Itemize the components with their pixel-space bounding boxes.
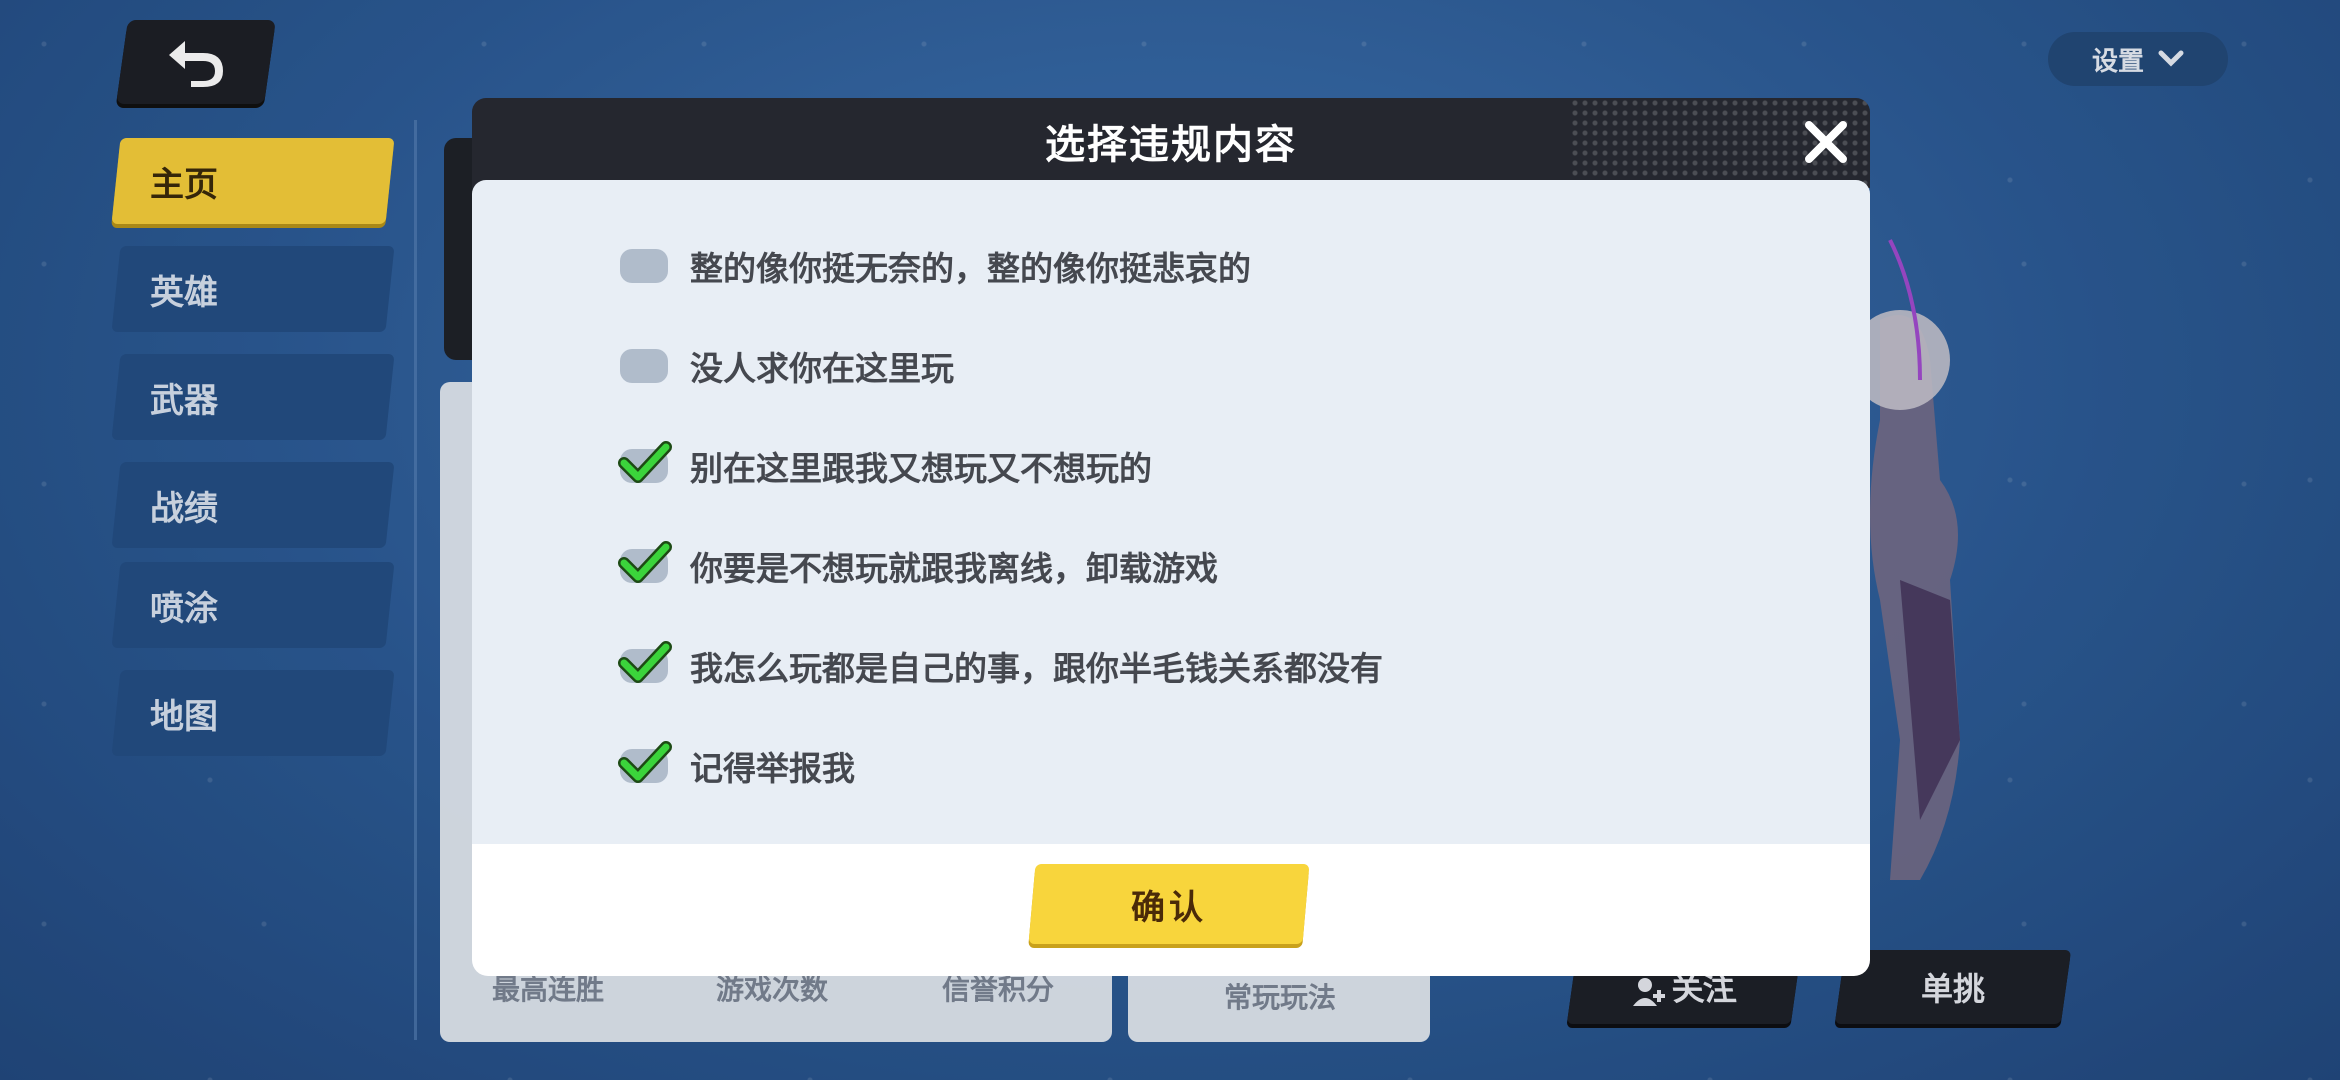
dialog-body: 整的像你挺无奈的，整的像你挺悲哀的 没人求你在这里玩 别在这里跟我又想玩又不想玩… bbox=[472, 180, 1870, 844]
option-row[interactable]: 记得举报我 bbox=[618, 741, 855, 790]
checkmark-icon bbox=[618, 641, 672, 683]
option-label: 你要是不想玩就跟我离线，卸载游戏 bbox=[690, 549, 1218, 588]
confirm-button[interactable]: 确认 bbox=[1028, 864, 1310, 944]
option-checkbox-unchecked[interactable] bbox=[620, 249, 668, 283]
option-row[interactable]: 我怎么玩都是自己的事，跟你半毛钱关系都没有 bbox=[618, 641, 1383, 690]
option-label: 整的像你挺无奈的，整的像你挺悲哀的 bbox=[690, 249, 1251, 288]
option-checkbox-unchecked[interactable] bbox=[620, 349, 668, 383]
option-label: 没人求你在这里玩 bbox=[690, 349, 954, 388]
report-dialog: 选择违规内容 整的像你挺无奈的，整的像你挺悲哀的 没人求你在这里玩 别在这里跟我… bbox=[472, 98, 1870, 976]
option-row[interactable]: 没人求你在这里玩 bbox=[620, 342, 954, 390]
checkmark-icon bbox=[618, 441, 672, 483]
dialog-footer: 确认 bbox=[472, 844, 1870, 976]
option-label: 记得举报我 bbox=[690, 749, 855, 788]
option-label: 我怎么玩都是自己的事，跟你半毛钱关系都没有 bbox=[690, 649, 1383, 688]
option-row[interactable]: 别在这里跟我又想玩又不想玩的 bbox=[618, 441, 1152, 490]
dialog-header: 选择违规内容 bbox=[472, 98, 1870, 188]
dialog-title: 选择违规内容 bbox=[1045, 122, 1297, 168]
checkmark-icon bbox=[618, 741, 672, 783]
option-row[interactable]: 你要是不想玩就跟我离线，卸载游戏 bbox=[618, 541, 1218, 590]
option-label: 别在这里跟我又想玩又不想玩的 bbox=[690, 449, 1152, 488]
close-button[interactable] bbox=[1796, 112, 1856, 172]
option-checkbox-checked[interactable] bbox=[618, 741, 672, 783]
option-checkbox-checked[interactable] bbox=[618, 541, 672, 583]
option-checkbox-checked[interactable] bbox=[618, 641, 672, 683]
close-icon bbox=[1805, 121, 1847, 163]
checkmark-icon bbox=[618, 541, 672, 583]
option-row[interactable]: 整的像你挺无奈的，整的像你挺悲哀的 bbox=[620, 242, 1251, 290]
option-checkbox-checked[interactable] bbox=[618, 441, 672, 483]
